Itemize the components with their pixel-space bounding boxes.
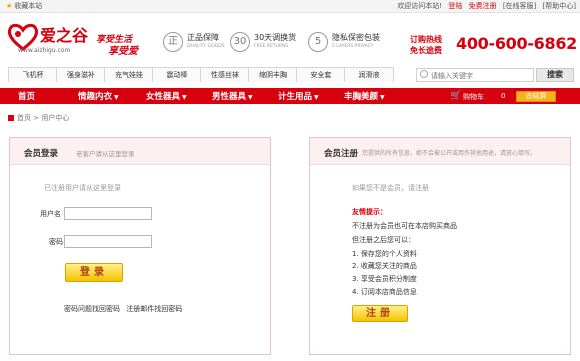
register-button[interactable]: 注册 (352, 305, 408, 322)
guarantee-privacy: 5 隐私保密包装 5 LAYERS PRIVACY (308, 30, 398, 56)
home-icon (8, 115, 14, 121)
tip-item: 2. 收藏您关注的商品 (352, 262, 417, 270)
category-tab[interactable]: 强身滋补 (56, 67, 106, 82)
username-input[interactable] (64, 207, 152, 220)
category-tab[interactable]: 性感丝袜 (200, 67, 250, 82)
cart-label[interactable]: 购物车 (463, 92, 484, 102)
logo-url: www.aizhigu.com (18, 47, 71, 54)
top-bar: ★ 收藏本站 欢迎访问本站! 登陆 免费注册 [在线客服] [帮助中心] (0, 0, 580, 13)
chevron-down-icon: ▼ (114, 94, 119, 101)
nav-item-home[interactable]: 首页 (18, 90, 35, 104)
category-tab[interactable]: 震动棒 (152, 67, 202, 82)
category-tab[interactable]: 润滑液 (344, 67, 394, 82)
login-panel-title: 会员登录 (24, 149, 59, 159)
service-link[interactable]: [在线客服] (503, 2, 536, 10)
nav-item-lingerie[interactable]: 情趣内衣 ▼ (78, 90, 119, 104)
top-links: 欢迎访问本站! 登陆 免费注册 [在线客服] [帮助中心] (393, 1, 576, 11)
guarantee-sub: FREE RETURNS (254, 44, 289, 49)
cart-count: 0 (501, 92, 506, 100)
help-link[interactable]: [帮助中心] (543, 2, 576, 10)
register-hint: 如果您不是会员，请注册 (352, 184, 429, 192)
password-label: 密码 (49, 238, 63, 246)
category-tab[interactable]: 充气娃娃 (104, 67, 154, 82)
recover-by-question-link[interactable]: 密码问题找回密码 (64, 305, 120, 313)
nav-item-planning[interactable]: 计生用品 ▼ (278, 90, 319, 104)
login-hint: 已注册用户请从这里登录 (44, 184, 121, 192)
welcome-text: 欢迎访问本站! (397, 2, 443, 10)
genuine-icon: 正 (163, 32, 183, 52)
nav-label: 计生用品 (278, 92, 313, 102)
login-link[interactable]: 登陆 (448, 2, 462, 10)
category-tab[interactable]: 安全套 (296, 67, 346, 82)
guarantee-title: 正品保障 (187, 33, 219, 42)
category-tab[interactable]: 飞机杯 (8, 67, 58, 82)
tip-item: 3. 享受会员积分制度 (352, 275, 417, 283)
guarantee-title: 30天调换货 (254, 33, 297, 42)
category-tab[interactable]: 缩阴丰胸 (248, 67, 298, 82)
register-panel-title: 会员注册 (324, 149, 359, 159)
tips-title: 友情提示： (352, 208, 387, 216)
password-input[interactable] (64, 235, 152, 248)
tip-item: 4. 订阅本店商品信息 (352, 288, 417, 296)
nav-item-female[interactable]: 女性器具 ▼ (146, 90, 187, 104)
search-button[interactable]: 搜索 (536, 68, 574, 82)
guarantee-title: 隐私保密包装 (332, 33, 380, 42)
register-panel-header: 会员注册 您提供的所有信息，绝不会被公开或用作其他用途，请放心填写。 (310, 138, 570, 165)
login-button[interactable]: 登录 (65, 263, 123, 282)
login-panel-header: 会员登录 老客户请从这里登录 (10, 138, 270, 165)
checkout-button[interactable]: 去结算 (516, 91, 556, 102)
breadcrumb-text[interactable]: 首页 > 用户中心 (17, 114, 69, 122)
register-panel-subtitle: 您提供的所有信息，绝不会被公开或用作其他用途，请放心填写。 (362, 150, 537, 157)
privacy-shield-icon: 5 (308, 32, 328, 52)
chevron-down-icon: ▼ (314, 94, 319, 101)
tip-item: 但注册之后您可以： (352, 236, 415, 244)
hotline-phone: 400-600-6862 (456, 34, 578, 53)
nav-label: 男性器具 (212, 92, 247, 102)
tip-item: 1. 保存您的个人资料 (352, 250, 417, 258)
guarantee-returns: 30 30天调换货 FREE RETURNS (230, 30, 306, 56)
star-icon: ★ (6, 2, 13, 10)
cart-icon[interactable]: 🛒 (450, 91, 461, 101)
login-panel-subtitle: 老客户请从这里登录 (76, 150, 135, 158)
bookmark-link[interactable]: ★ 收藏本站 (6, 1, 42, 11)
guarantee-sub: 5 LAYERS PRIVACY (332, 44, 374, 49)
chevron-down-icon: ▼ (182, 94, 187, 101)
guarantee-sub: QUALITY GOODS (187, 44, 225, 49)
register-panel: 会员注册 您提供的所有信息，绝不会被公开或用作其他用途，请放心填写。 (309, 137, 571, 355)
breadcrumb: 首页 > 用户中心 (8, 113, 69, 123)
bookmark-label: 收藏本站 (14, 2, 43, 10)
username-label: 用户名 (40, 210, 61, 218)
recover-links: 密码问题找回密码 注册邮件找回密码 (64, 304, 182, 314)
nav-item-male[interactable]: 男性器具 ▼ (212, 90, 253, 104)
register-link[interactable]: 免费注册 (469, 2, 497, 10)
search-input[interactable] (416, 68, 534, 82)
logo-text[interactable]: 爱之谷 (40, 22, 88, 46)
returns-icon: 30 (230, 32, 250, 52)
nav-label: 女性器具 (146, 92, 181, 102)
chevron-down-icon: ▼ (380, 94, 385, 101)
guarantee-genuine: 正 正品保障 QUALITY GOODS (163, 30, 233, 56)
nav-item-beauty[interactable]: 丰胸美颜 ▼ (344, 90, 385, 104)
nav-label: 丰胸美颜 (344, 92, 379, 102)
chevron-down-icon: ▼ (248, 94, 253, 101)
slogan-line2: 享受爱 (108, 46, 138, 57)
recover-by-email-link[interactable]: 注册邮件找回密码 (126, 305, 182, 313)
tip-item: 不注册为会员也可在本店购买商品 (352, 222, 457, 230)
search-icon (420, 70, 428, 78)
hotline-label: 订购热线 (410, 35, 442, 44)
hotline-sub: 免长途费 (410, 46, 442, 55)
nav-label: 情趣内衣 (78, 92, 113, 102)
